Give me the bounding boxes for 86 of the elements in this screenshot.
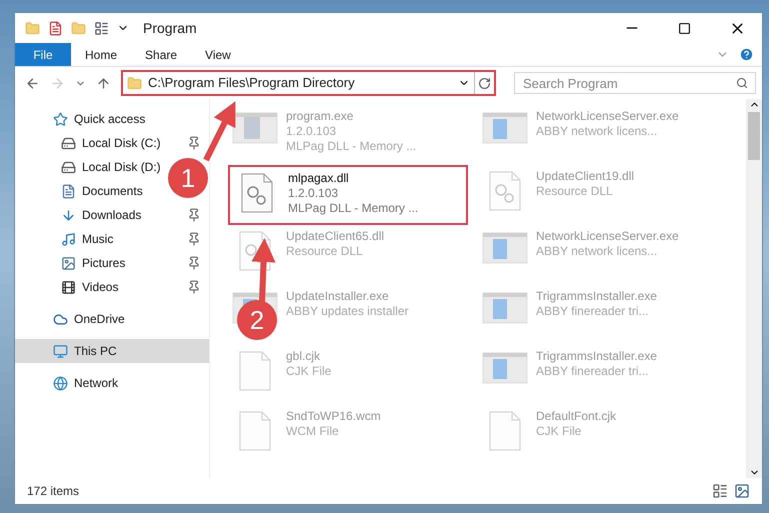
up-icon[interactable] [96, 76, 111, 90]
checklist-icon[interactable] [48, 20, 63, 36]
item-count: 172 items [27, 483, 80, 500]
file-detail: ABBY network licens... [536, 124, 658, 139]
file-icon [238, 411, 272, 451]
file-icon [488, 411, 522, 451]
properties-icon[interactable] [94, 20, 109, 36]
file-detail: WCM File [286, 424, 340, 439]
pin-icon[interactable] [187, 232, 201, 246]
file-detail: CJK File [286, 364, 332, 379]
installer-icon [232, 111, 278, 145]
file-detail: ABBY updates installer [286, 304, 409, 319]
pin-icon[interactable] [187, 208, 201, 222]
file-detail: 1.2.0.103 [286, 124, 338, 139]
file-name: mlpagax.dll [288, 171, 350, 186]
monitor-icon [53, 344, 68, 358]
sidebar-item[interactable]: Downloads [15, 203, 209, 227]
star-icon [53, 112, 68, 126]
sidebar-item[interactable]: OneDrive [15, 307, 209, 331]
scrollbar[interactable] [746, 99, 762, 478]
file-detail: ABBY finereader tri... [536, 364, 650, 379]
file-name: NetworkLicenseServer.exe [536, 109, 679, 124]
music-icon [61, 232, 76, 246]
search-field[interactable]: Search Program [514, 72, 756, 94]
globe-icon [53, 376, 68, 390]
pin-icon[interactable] [187, 280, 201, 294]
file-name: TrigrammsInstaller.exe [536, 349, 657, 364]
file-name: NetworkLicenseServer.exe [536, 229, 679, 244]
file-detail: Resource DLL [536, 184, 614, 199]
folder-icon [127, 76, 142, 90]
file-detail: ABBY finereader tri... [536, 304, 650, 319]
file-detail: 1.2.0.103 [288, 186, 340, 201]
window-icon [482, 231, 528, 265]
file-detail: MLPag DLL - Memory ... [286, 139, 416, 154]
film-icon [61, 280, 76, 294]
scroll-thumb[interactable] [748, 112, 760, 160]
annotation-arrow [252, 238, 276, 302]
sidebar-item[interactable]: Network [15, 371, 209, 395]
file-detail: CJK File [536, 424, 582, 439]
window-icon [482, 351, 528, 385]
ribbon-tab[interactable]: Share [131, 43, 192, 66]
file-name: UpdateInstaller.exe [286, 289, 390, 304]
back-icon[interactable] [25, 76, 40, 90]
pin-icon[interactable] [187, 136, 201, 150]
help-icon[interactable] [739, 47, 754, 62]
address-field[interactable]: C:\Program Files\Program Directory [121, 70, 496, 96]
sidebar-item[interactable]: This PC [15, 339, 209, 363]
file-detail: Resource DLL [286, 244, 364, 259]
download-icon [61, 208, 76, 222]
sidebar-item[interactable]: Documents [15, 179, 147, 203]
window-icon [482, 291, 528, 325]
file-icon [238, 351, 272, 391]
ribbon-tab[interactable]: View [191, 43, 245, 66]
cloud-icon [53, 312, 68, 326]
file-name: TrigrammsInstaller.exe [536, 289, 657, 304]
large-icons-view-icon[interactable] [734, 483, 750, 499]
search-icon [736, 77, 748, 89]
annotation-arrow [203, 101, 236, 162]
file-name: UpdateClient65.dll [286, 229, 384, 244]
picture-icon [61, 256, 76, 270]
ribbon-tab[interactable]: File [15, 43, 71, 66]
file-item[interactable]: mlpagax.dll 1.2.0.103 MLPag DLL - Memory ... [230, 167, 466, 223]
maximize-icon[interactable] [678, 22, 691, 34]
settings-file-icon [238, 231, 272, 271]
file-name: gbl.cjk [286, 349, 322, 364]
file-detail: ABBY network licens... [536, 244, 658, 259]
settings-file-icon [488, 171, 522, 211]
window-title: Program [143, 18, 198, 38]
ribbon-tab[interactable]: Home [71, 43, 132, 66]
sidebar-item[interactable]: Videos [15, 275, 209, 299]
file-name: SndToWP16.wcm [286, 409, 381, 424]
sidebar-item[interactable]: Quick access [15, 107, 209, 131]
refresh-icon[interactable] [478, 76, 491, 90]
window-icon [482, 111, 528, 145]
settings-file-icon [240, 173, 274, 213]
sidebar-item[interactable]: Pictures [15, 251, 209, 275]
file-name: DefaultFont.cjk [536, 409, 616, 424]
file-name: program.exe [286, 109, 354, 124]
document-icon [61, 184, 76, 198]
file-name: UpdateClient19.dll [536, 169, 634, 184]
sidebar-item[interactable]: Music [15, 227, 209, 251]
sidebar-item[interactable]: Local Disk (D:) [15, 155, 165, 179]
file-detail: MLPag DLL - Memory ... [288, 201, 418, 216]
details-view-icon[interactable] [712, 483, 728, 499]
pin-icon[interactable] [187, 256, 201, 270]
sidebar-item[interactable]: Local Disk (C:) [15, 131, 209, 155]
